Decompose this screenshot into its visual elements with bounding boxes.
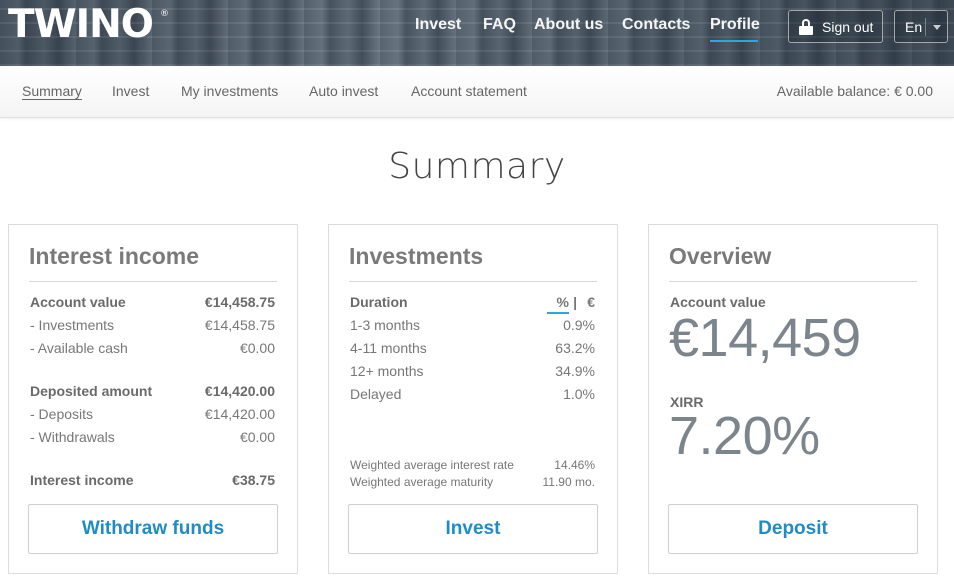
nav-profile[interactable]: Profile [710,16,760,34]
deposits-row: - Deposits €14,420.00 [30,406,275,424]
row-value: 34.9% [555,363,595,379]
row-value: 0.9% [563,317,595,333]
divider [669,281,917,282]
row-label: 12+ months [350,363,424,379]
row-label: Deposited amount [30,383,153,399]
nav-about-us[interactable]: About us [534,16,603,34]
tab-account-statement[interactable]: Account statement [411,83,527,99]
registered-mark: ® [160,9,169,19]
row-value: 1.0% [563,386,595,402]
row-value: €38.75 [232,472,275,488]
investments-row: - Investments €14,458.75 [30,317,275,335]
xirr-value: 7.20% [669,406,820,466]
language-select[interactable]: En [894,10,948,43]
row-label: 1-3 months [350,317,421,333]
row-label: - Deposits [30,406,94,422]
deposit-button[interactable]: Deposit [668,504,918,554]
nav-active-indicator [710,40,758,42]
sub-navigation: Summary Invest My investments Auto inves… [0,66,954,118]
toggle-active-indicator [547,312,569,314]
language-value: En [905,18,923,35]
duration-row: 1-3 months 0.9% [350,317,595,335]
duration-row: 12+ months 34.9% [350,363,595,381]
invest-button[interactable]: Invest [348,504,598,554]
row-value: €14,458.75 [204,317,275,333]
divider [349,281,597,282]
row-label: Weighted average interest rate [350,458,514,472]
investments-card: Investments Duration % | € 1-3 months 0.… [328,224,618,574]
toggle-separator: | [573,294,577,310]
nav-invest[interactable]: Invest [415,16,461,34]
row-label: Delayed [350,386,402,402]
divider [29,281,277,282]
card-title: Overview [669,243,772,269]
row-label: Weighted average maturity [350,475,494,489]
row-value: €14,420.00 [204,406,275,422]
account-value-row: Account value €14,458.75 [30,294,275,312]
twino-logo[interactable]: TWINO [8,5,154,45]
chevron-down-icon [933,25,941,30]
available-balance: Available balance: € 0.00 [776,83,933,99]
row-label: Interest income [30,472,134,488]
euro-toggle[interactable]: € [587,294,595,310]
withdrawals-row: - Withdrawals €0.00 [30,429,275,447]
account-value-amount: €14,459 [669,308,861,368]
lock-icon [799,18,813,35]
row-label: Duration [350,294,408,310]
nav-faq[interactable]: FAQ [483,16,516,34]
percent-toggle[interactable]: % [557,294,569,310]
row-value: €0.00 [239,340,275,356]
weighted-maturity-row: Weighted average maturity 11.90 mo. [350,475,595,493]
weighted-interest-row: Weighted average interest rate 14.46% [350,458,595,476]
language-divider [925,18,926,36]
tab-summary[interactable]: Summary [22,83,82,99]
duration-row: 4-11 months 63.2% [350,340,595,358]
row-label: Account value [30,294,126,310]
deposited-amount-row: Deposited amount €14,420.00 [30,383,275,401]
card-title: Investments [349,243,484,269]
interest-income-row: Interest income €38.75 [30,472,275,490]
available-cash-row: - Available cash €0.00 [30,340,275,358]
row-value: 14.46% [554,458,595,472]
row-label: - Available cash [30,340,128,356]
row-value: 63.2% [555,340,595,356]
row-value: €0.00 [239,429,275,445]
sign-out-label: Sign out [822,18,874,35]
interest-income-card: Interest income Account value €14,458.75… [8,224,298,574]
duration-row: Delayed 1.0% [350,386,595,404]
card-title: Interest income [29,243,199,269]
row-label: - Withdrawals [30,429,115,445]
row-value: €14,458.75 [204,294,275,310]
top-header: TWINO ® Invest FAQ About us Contacts Pro… [0,0,954,66]
row-value: €14,420.00 [204,383,275,399]
withdraw-funds-button[interactable]: Withdraw funds [28,504,278,554]
row-label: 4-11 months [350,340,427,356]
row-label: - Investments [30,317,115,333]
sign-out-button[interactable]: Sign out [788,10,883,43]
tab-my-investments[interactable]: My investments [181,83,278,99]
overview-card: Overview Account value €14,459 XIRR 7.20… [648,224,938,574]
tab-auto-invest[interactable]: Auto invest [309,83,378,99]
row-value: 11.90 mo. [542,475,595,489]
tab-invest[interactable]: Invest [112,83,149,99]
nav-contacts[interactable]: Contacts [622,16,690,34]
page-title: Summary [388,146,566,187]
